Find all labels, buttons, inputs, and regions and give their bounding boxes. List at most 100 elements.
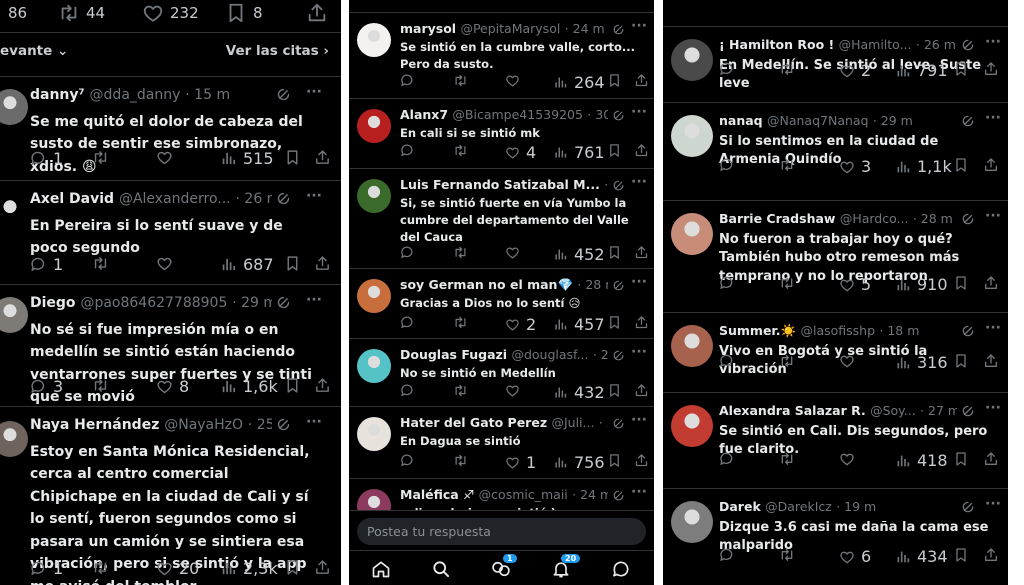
grok-button[interactable]	[276, 295, 291, 314]
tweet-time[interactable]: · 26 m	[236, 191, 272, 207]
share-button[interactable]	[634, 315, 649, 330]
like-button[interactable]: 8	[156, 377, 189, 396]
user-handle[interactable]: @lasofisshp	[800, 323, 875, 338]
reply-tweet[interactable]: Axel David @Alexanderro... · 26 m ··· En P…	[0, 180, 341, 284]
display-name[interactable]: Naya Hernández	[30, 417, 159, 433]
share-button[interactable]	[634, 453, 649, 468]
views-button[interactable]: 1,6k	[220, 377, 278, 396]
bookmark-button[interactable]: 8	[225, 2, 263, 24]
share-button[interactable]	[983, 275, 999, 291]
grok-button[interactable]	[612, 487, 625, 506]
share-button[interactable]	[634, 73, 649, 88]
user-avatar[interactable]	[0, 89, 28, 125]
retweet-button[interactable]	[779, 451, 801, 467]
bookmark-button[interactable]	[953, 157, 969, 173]
display-name[interactable]: Luis Fernando Satizabal M...	[400, 177, 600, 192]
user-handle[interactable]: @cosmic_maii	[479, 487, 568, 502]
reply-tweet[interactable]: Summer.☀️ @lasofisshp · 18 m ··· Vivo en B…	[663, 312, 1008, 392]
display-name[interactable]: Barrie Cradshaw	[719, 211, 835, 226]
grok-button[interactable]	[612, 21, 625, 40]
bookmark-button[interactable]	[953, 275, 969, 291]
more-options-button[interactable]: ···	[306, 188, 322, 204]
views-button[interactable]: 432	[553, 383, 605, 402]
user-avatar[interactable]	[671, 115, 713, 157]
user-handle[interactable]: @Hamilto...	[839, 37, 912, 52]
retweet-button[interactable]	[453, 315, 474, 330]
views-button[interactable]: 791	[895, 61, 948, 80]
bookmark-button[interactable]	[607, 383, 622, 398]
reply-button[interactable]	[719, 157, 741, 173]
reply-tweet[interactable]: Naya Hernández @NayaHzO · 25 m···Estoy e…	[0, 406, 341, 585]
more-options-button[interactable]: ···	[306, 414, 322, 430]
tweet-time[interactable]: · 30 m	[587, 107, 608, 122]
reply-button[interactable]	[719, 353, 741, 369]
tweet-time[interactable]: · 26 m	[916, 37, 956, 52]
share-button[interactable]	[314, 255, 331, 272]
tweet-time[interactable]: · 19 m	[836, 499, 876, 514]
reply-tweet[interactable]: Douglas Fugazi @douglasf... · 20 m ··· No …	[349, 338, 654, 406]
more-options-button[interactable]: ···	[985, 208, 1001, 224]
grok-button[interactable]	[961, 113, 975, 132]
user-handle[interactable]: @Bicampe41539205	[452, 107, 583, 122]
user-handle[interactable]: @Nanaq7Nanaq	[767, 113, 869, 128]
more-options-button[interactable]: ···	[631, 412, 647, 428]
tweet-time[interactable]: · 29 m	[873, 113, 913, 128]
reply-tweet[interactable]: soy German no el man💎 · 28 m ··· Gracias a…	[349, 268, 654, 338]
tweet-time[interactable]: · 27 m	[920, 403, 957, 418]
share-button[interactable]	[983, 547, 999, 563]
more-options-button[interactable]: ···	[985, 34, 1001, 50]
retweet-button[interactable]	[779, 353, 801, 369]
user-avatar[interactable]	[0, 297, 28, 333]
display-name[interactable]: Darek	[719, 499, 761, 514]
user-avatar[interactable]	[671, 325, 713, 367]
user-handle[interactable]: @Hardco...	[840, 211, 909, 226]
views-button[interactable]: 457	[553, 315, 605, 334]
tweet-time[interactable]: · 25 m	[248, 417, 272, 433]
more-options-button[interactable]: ···	[631, 344, 647, 360]
tweet-time[interactable]: · 18 m	[879, 323, 919, 338]
display-name[interactable]: Diego	[30, 295, 76, 311]
tweet-time[interactable]: · 24 m	[572, 487, 608, 502]
like-button[interactable]: 20	[156, 559, 199, 578]
reply-button[interactable]	[400, 453, 421, 468]
share-button[interactable]	[983, 353, 999, 369]
tweet-time[interactable]: · 24 m	[565, 21, 605, 36]
views-button[interactable]: 452	[553, 245, 605, 264]
user-avatar[interactable]	[357, 23, 391, 57]
like-button[interactable]: 5	[839, 275, 871, 294]
retweet-button[interactable]	[453, 245, 474, 260]
display-name[interactable]: marysol	[400, 21, 456, 36]
more-options-button[interactable]: ···	[306, 84, 322, 100]
grok-button[interactable]	[612, 347, 625, 366]
retweet-button[interactable]	[92, 255, 115, 272]
reply-button[interactable]	[719, 275, 741, 291]
retweet-button[interactable]	[453, 383, 474, 398]
reply-tweet[interactable]: Hater del Gato Perez @Juli... · 30 m ··· E…	[349, 406, 654, 478]
nav-search[interactable]	[431, 559, 451, 583]
grok-button[interactable]	[961, 211, 975, 230]
bookmark-button[interactable]	[953, 547, 969, 563]
display-name[interactable]: Axel David	[30, 191, 114, 207]
user-handle[interactable]: @NayaHzO	[164, 417, 243, 433]
user-handle[interactable]: @pao864627788905	[80, 295, 227, 311]
like-button[interactable]: 1	[505, 453, 536, 472]
user-avatar[interactable]	[357, 109, 391, 143]
grok-button[interactable]	[276, 87, 291, 106]
nav-communities[interactable]: 1	[491, 554, 517, 583]
like-button[interactable]	[505, 245, 526, 260]
user-handle[interactable]: @Soy...	[870, 403, 916, 418]
more-options-button[interactable]: ···	[985, 110, 1001, 126]
share-button[interactable]	[306, 2, 328, 28]
retweet-button[interactable]	[453, 143, 474, 158]
like-button[interactable]	[505, 383, 526, 398]
grok-button[interactable]	[612, 415, 625, 434]
tweet-time[interactable]: · 15 m	[185, 87, 230, 103]
views-button[interactable]: 687	[220, 255, 274, 274]
user-avatar[interactable]	[671, 501, 713, 543]
grok-button[interactable]	[961, 403, 975, 422]
reply-button[interactable]: 1	[30, 255, 63, 274]
like-button[interactable]: 6	[839, 547, 871, 566]
reply-button[interactable]	[719, 547, 741, 563]
like-button[interactable]	[156, 255, 179, 272]
view-quotes-link[interactable]: Ver las citas ›	[226, 43, 329, 59]
